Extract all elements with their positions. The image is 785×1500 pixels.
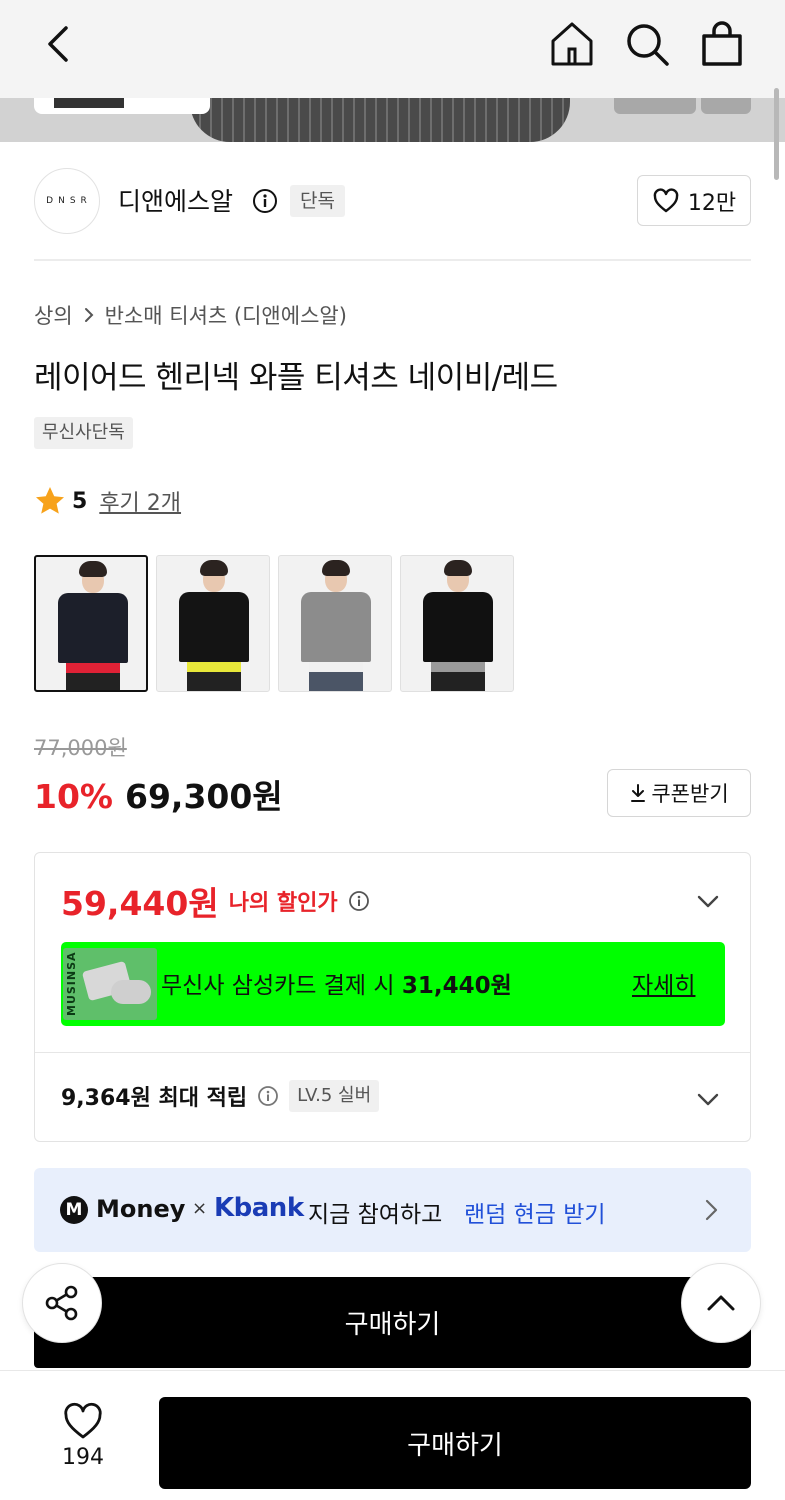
shopping-bag-icon[interactable] xyxy=(697,19,747,69)
color-thumbnail-4[interactable] xyxy=(400,555,514,692)
scrollbar[interactable] xyxy=(774,88,779,180)
info-icon[interactable] xyxy=(252,188,278,214)
card-promo-amount: 31,440원 xyxy=(401,973,512,999)
my-price-amount: 59,440원 xyxy=(61,884,219,923)
hero-pager-right[interactable] xyxy=(701,98,751,114)
rating-row: 5 후기 2개 xyxy=(34,485,181,517)
max-points: 9,364원 최대 적립 xyxy=(61,1086,248,1111)
card-brand-text: MUSINSA xyxy=(65,951,78,1016)
breadcrumb: 상의 반소매 티셔츠 (디앤에스알) xyxy=(34,300,347,330)
share-button[interactable] xyxy=(22,1263,102,1343)
rating-score: 5 xyxy=(72,488,88,514)
info-icon[interactable] xyxy=(257,1085,279,1107)
times-sign: × xyxy=(192,1198,208,1219)
product-title: 레이어드 헨리넥 와플 티셔츠 네이비/레드 xyxy=(34,360,558,396)
points-row[interactable]: 9,364원 최대 적립 LV.5 실버 xyxy=(61,1080,380,1112)
card-promo-text: 무신사 삼성카드 결제 시 31,440원 xyxy=(161,973,512,999)
card-image: MUSINSA xyxy=(63,948,157,1020)
hero-image-jacket xyxy=(190,98,570,142)
wishlist-count: 194 xyxy=(62,1445,104,1470)
chevron-down-icon[interactable] xyxy=(695,1086,721,1112)
original-price: 77,000원 xyxy=(34,736,127,760)
promo-message: 지금 참여하고 xyxy=(308,1202,443,1228)
brand-name[interactable]: 디앤에스알 xyxy=(118,182,233,218)
divider xyxy=(34,259,751,261)
my-price-row[interactable]: 59,440원 나의 할인가 xyxy=(61,877,370,925)
home-icon[interactable] xyxy=(547,19,597,69)
chevron-left-icon[interactable] xyxy=(38,22,82,66)
brand-logo[interactable]: DNSR xyxy=(34,168,100,234)
heart-icon xyxy=(653,187,679,212)
bottom-action-bar: 194 구매하기 xyxy=(0,1370,785,1500)
benefit-box: 59,440원 나의 할인가 MUSINSA 무신사 삼성카드 결제 시 31,… xyxy=(34,852,751,1142)
chevron-down-icon[interactable] xyxy=(695,888,721,914)
color-thumbnail-2[interactable] xyxy=(156,555,270,692)
money-label: Money xyxy=(96,1195,186,1223)
chevron-up-icon xyxy=(707,1295,735,1311)
color-thumbnails xyxy=(34,555,514,692)
heart-icon xyxy=(64,1402,102,1439)
coupon-button[interactable]: 쿠폰받기 xyxy=(607,769,751,817)
download-icon xyxy=(631,784,646,802)
search-icon[interactable] xyxy=(622,19,672,69)
brand-like-button[interactable]: 12만 xyxy=(637,175,751,226)
card-promo-banner[interactable]: MUSINSA 무신사 삼성카드 결제 시 31,440원 자세히 xyxy=(61,942,725,1026)
share-icon xyxy=(45,1285,78,1321)
wishlist-button[interactable]: 194 xyxy=(50,1401,116,1470)
coupon-label: 쿠폰받기 xyxy=(651,782,729,806)
discount-rate: 10% xyxy=(34,777,113,816)
product-hero-image[interactable] xyxy=(0,98,785,142)
hero-thumbnail-box xyxy=(34,98,210,114)
kbank-logo: Kbank xyxy=(214,1193,304,1223)
promo-highlight: 랜덤 현금 받기 xyxy=(464,1202,606,1228)
money-logo-icon: M xyxy=(60,1196,88,1224)
sale-price: 69,300원 xyxy=(125,777,283,816)
star-icon xyxy=(36,487,64,514)
color-thumbnail-3[interactable] xyxy=(278,555,392,692)
breadcrumb-category[interactable]: 상의 xyxy=(34,300,73,330)
breadcrumb-subcategory[interactable]: 반소매 티셔츠 (디앤에스알) xyxy=(105,300,347,330)
brand-like-count: 12만 xyxy=(687,190,737,216)
my-price-label: 나의 할인가 xyxy=(228,891,338,916)
color-thumbnail-1[interactable] xyxy=(34,555,148,692)
buy-button-inline[interactable]: 구매하기 xyxy=(34,1277,751,1368)
info-icon[interactable] xyxy=(348,890,370,912)
buy-button[interactable]: 구매하기 xyxy=(159,1397,751,1489)
scroll-top-button[interactable] xyxy=(681,1263,761,1343)
exclusive-tag: 무신사단독 xyxy=(34,417,133,449)
price-row: 10% 69,300원 xyxy=(34,770,283,818)
kbank-promo-banner[interactable]: M Money × Kbank 지금 참여하고 랜덤 현금 받기 xyxy=(34,1168,751,1252)
chevron-right-icon xyxy=(705,1199,718,1221)
member-level-badge: LV.5 실버 xyxy=(289,1080,380,1112)
card-detail-link[interactable]: 자세히 xyxy=(632,966,695,1000)
top-nav xyxy=(0,0,785,98)
brand-exclusive-tag: 단독 xyxy=(290,185,345,217)
chevron-right-icon xyxy=(84,308,94,322)
divider xyxy=(35,1052,750,1053)
hero-pager-left[interactable] xyxy=(614,98,696,114)
review-link[interactable]: 후기 2개 xyxy=(99,485,181,517)
